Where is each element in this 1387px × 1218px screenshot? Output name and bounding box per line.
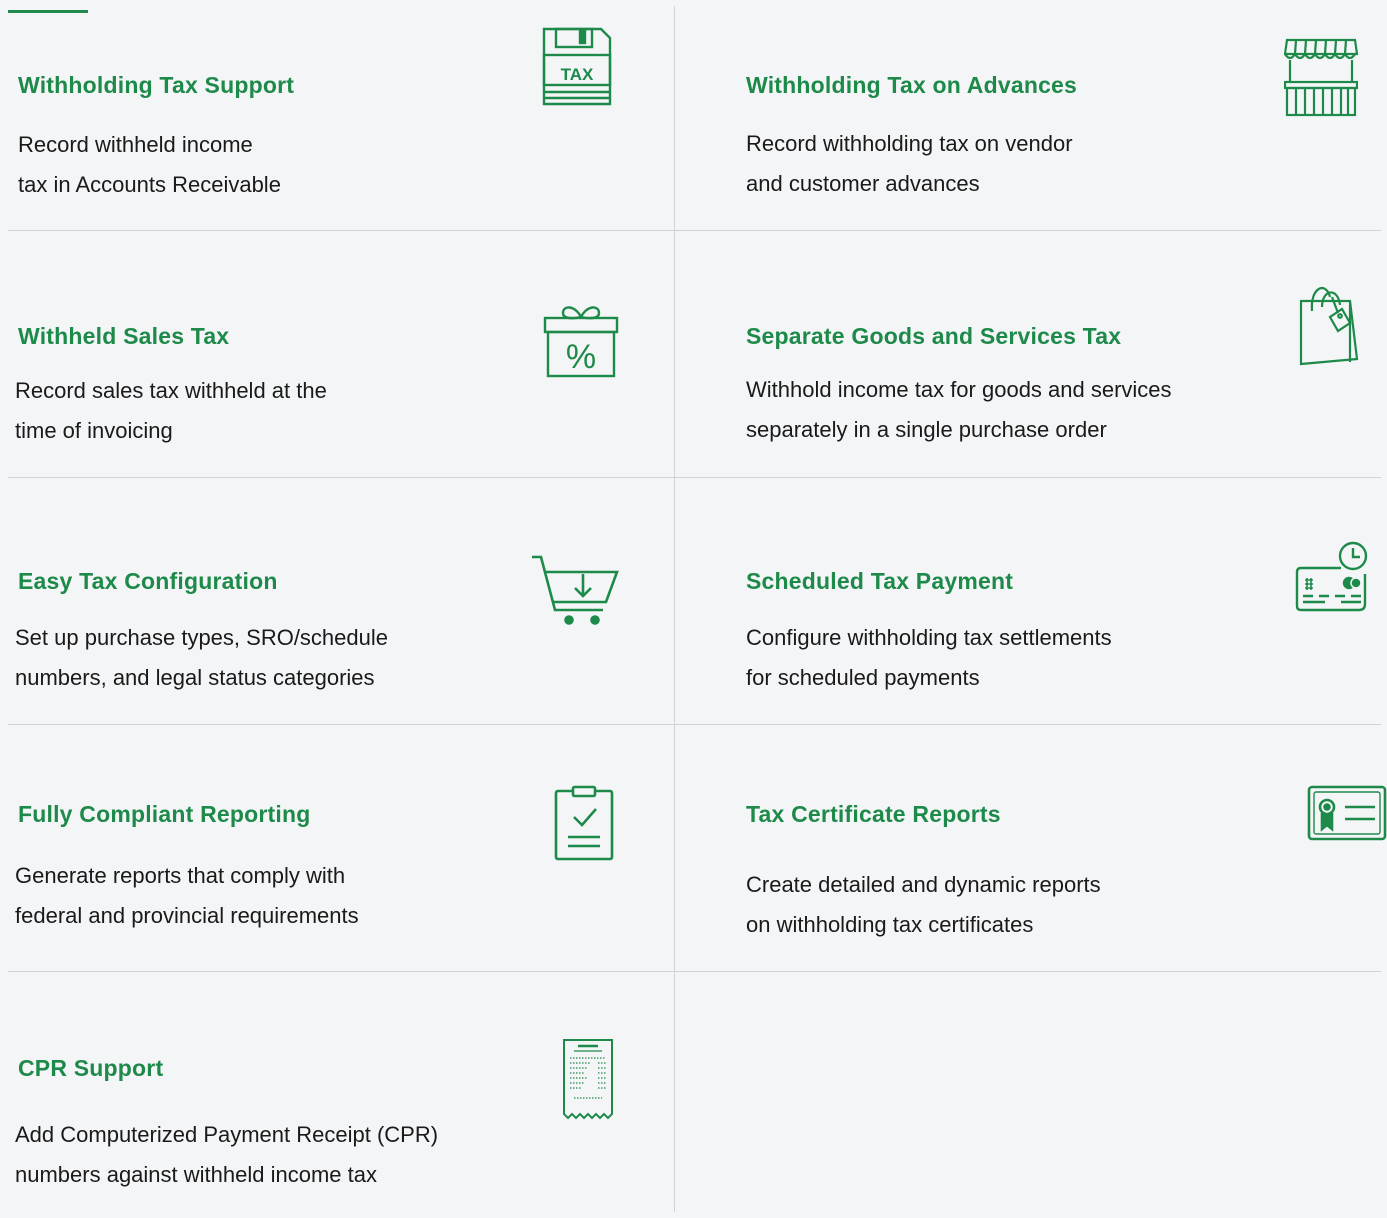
storefront-icon bbox=[1284, 36, 1358, 118]
feature-title: Withholding Tax Support bbox=[18, 72, 295, 98]
feature-cpr-support: CPR Support Add Computerized Payment Rec… bbox=[0, 972, 667, 1218]
feature-withholding-tax-advances: Withholding Tax on Advances Record withh… bbox=[675, 0, 1358, 246]
feature-description: Record withheld income tax in Accounts Re… bbox=[18, 132, 281, 197]
certificate-icon bbox=[1307, 785, 1387, 841]
svg-text:%: % bbox=[566, 338, 596, 376]
feature-description: Generate reports that comply with federal… bbox=[15, 863, 359, 928]
feature-description: Record withholding tax on vendor and cust… bbox=[746, 131, 1073, 196]
receipt-icon bbox=[562, 1038, 614, 1122]
card-clock-icon bbox=[1295, 540, 1371, 612]
feature-tax-certificate-reports: Tax Certificate Reports Create detailed … bbox=[675, 725, 1387, 971]
feature-withheld-sales-tax: Withheld Sales Tax Record sales tax with… bbox=[0, 231, 667, 477]
feature-withholding-tax-support: Withholding Tax Support Record withheld … bbox=[0, 0, 667, 246]
feature-description: Create detailed and dynamic reports on wi… bbox=[746, 872, 1101, 937]
feature-separate-goods-services-tax: Separate Goods and Services Tax Withhold… bbox=[675, 231, 1359, 477]
clipboard-check-icon bbox=[554, 785, 614, 861]
feature-fully-compliant-reporting: Fully Compliant Reporting Generate repor… bbox=[0, 725, 667, 971]
gift-percent-icon: % bbox=[543, 303, 619, 379]
feature-title: Withholding Tax on Advances bbox=[746, 72, 1078, 98]
feature-scheduled-tax-payment: Scheduled Tax Payment Configure withhold… bbox=[675, 478, 1368, 724]
feature-description: Add Computerized Payment Receipt (CPR) nu… bbox=[15, 1122, 439, 1187]
feature-description: Set up purchase types, SRO/schedule numbe… bbox=[15, 625, 388, 690]
feature-title: Separate Goods and Services Tax bbox=[746, 323, 1122, 349]
tax-floppy-icon: TAX bbox=[541, 26, 613, 108]
feature-title: Tax Certificate Reports bbox=[746, 801, 1001, 827]
feature-description: Configure withholding tax settlements for… bbox=[746, 625, 1112, 690]
feature-description: Record sales tax withheld at the time of … bbox=[15, 378, 327, 443]
shopping-bag-icon bbox=[1298, 283, 1360, 367]
feature-title: CPR Support bbox=[18, 1055, 164, 1081]
feature-title: Withheld Sales Tax bbox=[18, 323, 230, 349]
feature-title: Scheduled Tax Payment bbox=[746, 568, 1014, 594]
cart-icon bbox=[531, 552, 621, 626]
feature-title: Fully Compliant Reporting bbox=[18, 801, 311, 827]
feature-easy-tax-configuration: Easy Tax Configuration Set up purchase t… bbox=[0, 478, 667, 724]
feature-description: Withhold income tax for goods and servic… bbox=[746, 377, 1172, 442]
svg-text:TAX: TAX bbox=[561, 65, 594, 84]
feature-title: Easy Tax Configuration bbox=[18, 568, 278, 594]
